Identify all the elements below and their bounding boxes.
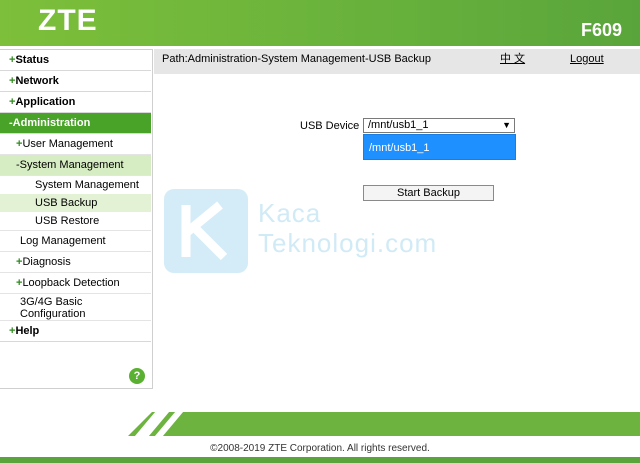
watermark-text-line2: Teknologi.com <box>258 228 438 258</box>
chevron-down-icon: ▼ <box>502 120 511 130</box>
path-bar: Path:Administration-System Management-US… <box>154 49 640 74</box>
header-bar: ZTE F609 <box>0 0 640 46</box>
nav-usb-backup[interactable]: USB Backup <box>0 194 151 212</box>
device-model: F609 <box>580 20 622 40</box>
nav-diagnosis[interactable]: +Diagnosis <box>0 252 151 273</box>
nav-log-management[interactable]: Log Management <box>0 231 151 252</box>
zte-logo: ZTE <box>38 4 98 37</box>
nav-network[interactable]: +Network <box>0 71 151 92</box>
nav-user-management[interactable]: +User Management <box>0 134 151 155</box>
nav-system-management[interactable]: -System Management <box>0 155 151 176</box>
dropdown-option-usb1[interactable]: /mnt/usb1_1 <box>363 134 516 160</box>
watermark-k-icon <box>164 189 248 273</box>
sidebar: +Status +Network +Application -Administr… <box>0 49 153 389</box>
nav-status[interactable]: +Status <box>0 50 151 71</box>
language-link[interactable]: 中 文 <box>500 50 525 69</box>
start-backup-button[interactable]: Start Backup <box>363 185 494 201</box>
breadcrumb: Path:Administration-System Management-US… <box>162 53 432 65</box>
nav-3g4g-config[interactable]: 3G/4G Basic Configuration <box>0 294 151 321</box>
nav-loopback-detection[interactable]: +Loopback Detection <box>0 273 151 294</box>
bottom-bar <box>0 457 640 463</box>
logout-link[interactable]: Logout <box>570 50 604 69</box>
nav-help[interactable]: +Help <box>0 321 151 342</box>
nav-sub-system-management[interactable]: System Management <box>0 176 151 194</box>
footer-band <box>128 412 640 436</box>
usb-device-select[interactable]: /mnt/usb1_1 ▼ <box>363 118 515 133</box>
nav-administration[interactable]: -Administration <box>0 113 151 134</box>
copyright: ©2008-2019 ZTE Corporation. All rights r… <box>210 443 430 454</box>
usb-device-label: USB Device <box>300 120 360 132</box>
help-icon[interactable]: ? <box>129 368 145 384</box>
watermark-text-line1: Kaca <box>258 198 322 228</box>
nav-application[interactable]: +Application <box>0 92 151 113</box>
nav-usb-restore[interactable]: USB Restore <box>0 212 151 231</box>
